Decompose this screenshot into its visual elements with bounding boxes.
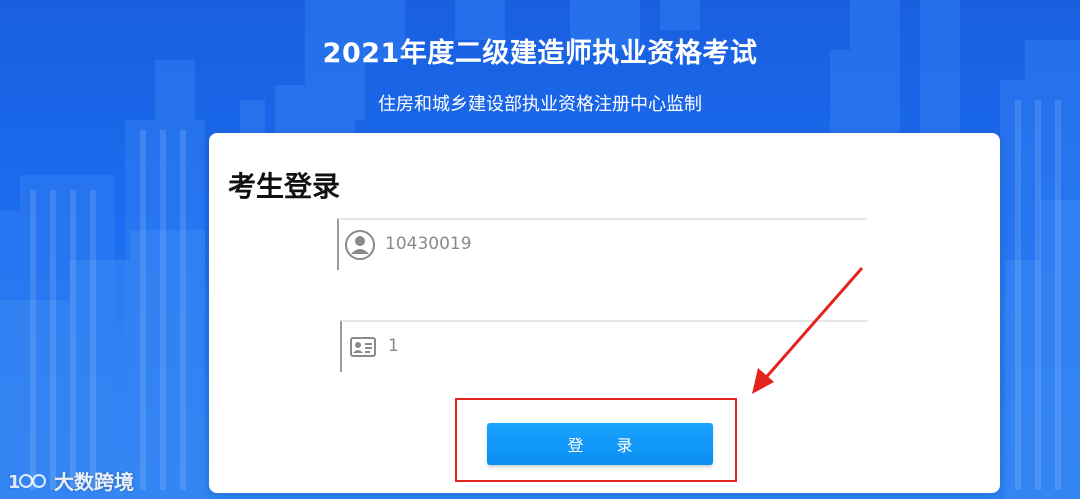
annotation-arrow-icon — [752, 267, 864, 394]
user-avatar-icon — [345, 230, 375, 260]
watermark: 1 大数跨境 — [8, 466, 134, 495]
page-title: 2021年度二级建造师执业资格考试 — [322, 38, 758, 69]
annotation-highlight-box — [455, 398, 737, 482]
login-title: 考生登录 — [228, 170, 341, 203]
svg-text:1: 1 — [8, 472, 21, 493]
page-subtitle: 住房和城乡建设部执业资格注册中心监制 — [378, 94, 702, 115]
id-card-icon — [350, 337, 376, 357]
watermark-logo-icon: 1 — [8, 472, 46, 493]
watermark-text: 大数跨境 — [54, 470, 134, 494]
